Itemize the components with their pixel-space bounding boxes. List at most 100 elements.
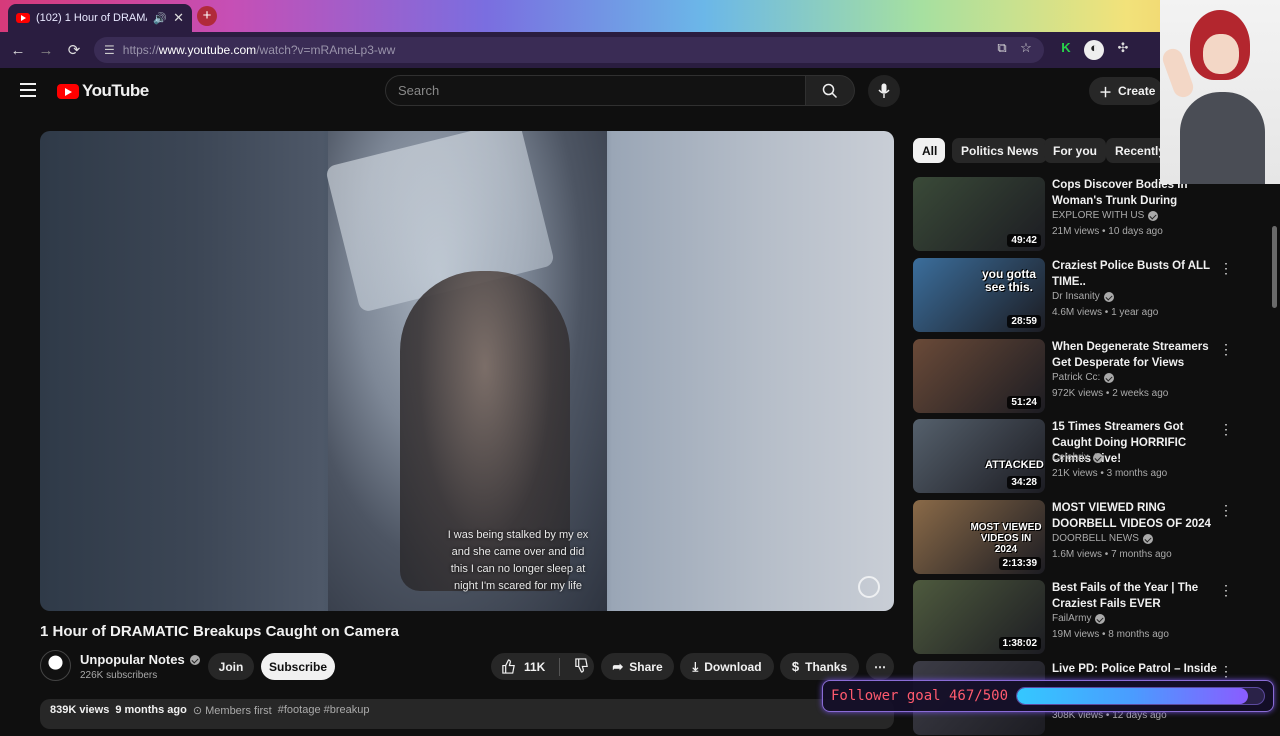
recommendation-thumbnail[interactable]: you gotta see this. 28:59	[913, 258, 1045, 332]
youtube-logo[interactable]: YouTube	[57, 81, 149, 101]
new-tab-button[interactable]: +	[197, 6, 217, 26]
more-vertical-icon[interactable]: ⋮	[1219, 502, 1233, 519]
recommendation-thumbnail[interactable]: MOST VIEWED VIDEOS IN 2024 2:13:39	[913, 500, 1045, 574]
thumbs-up-icon	[502, 659, 515, 674]
recommendation-channel[interactable]: EXPLORE WITH US	[1052, 210, 1159, 221]
recommendation-title[interactable]: Craziest Police Busts Of ALL TIME..	[1052, 258, 1217, 290]
more-vertical-icon[interactable]: ⋮	[1219, 421, 1233, 438]
site-settings-icon[interactable]: ☰	[104, 43, 115, 57]
hashtags[interactable]: #footage #breakup	[278, 704, 370, 724]
like-dislike-group: 11K	[491, 653, 594, 680]
more-horizontal-icon: ⋯	[874, 659, 886, 674]
recommendation-item[interactable]: you gotta see this. 28:59 Craziest Police …	[913, 258, 1233, 333]
channel-avatar[interactable]	[40, 650, 71, 681]
recommendation-thumbnail[interactable]: 51:24	[913, 339, 1045, 413]
recommendation-thumbnail[interactable]: 49:42	[913, 177, 1045, 251]
recommendation-item[interactable]: 1:38:02 Best Fails of the Year | The Craz…	[913, 580, 1233, 655]
recommendation-item[interactable]: 49:42 Cops Discover Bodies In Woman's Tru…	[913, 177, 1233, 252]
recommendation-meta: 972K views • 2 weeks ago	[1052, 388, 1169, 399]
cast-icon[interactable]: ⧉	[992, 40, 1012, 60]
video-duration: 51:24	[1007, 396, 1041, 409]
upload-age: 9 months ago	[115, 704, 187, 716]
search-button[interactable]	[806, 75, 855, 106]
thumbs-down-icon	[575, 657, 589, 673]
subscribe-button[interactable]: Subscribe	[261, 653, 335, 680]
verified-badge-icon	[1142, 533, 1153, 544]
page-scrollbar[interactable]	[1272, 226, 1277, 308]
chip-all[interactable]: All	[913, 138, 945, 163]
verified-badge-icon	[1104, 372, 1115, 383]
recommendation-channel-text: FailArmy	[1052, 613, 1092, 624]
tab-title: (102) 1 Hour of DRAMATIC	[36, 12, 147, 24]
recommendation-channel-text: Patrick Cc:	[1052, 372, 1101, 383]
hamburger-menu-icon[interactable]	[20, 83, 36, 97]
verified-badge-icon	[189, 654, 200, 665]
extension-k-icon[interactable]: K	[1056, 40, 1076, 60]
video-caption-text: I was being stalked by my ex and she cam…	[418, 527, 618, 595]
create-button[interactable]: ＋ Create	[1089, 77, 1163, 105]
video-duration: 1:38:02	[998, 637, 1041, 650]
thanks-button[interactable]: $ Thanks	[780, 653, 859, 680]
recommendation-thumbnail[interactable]: 1:38:02	[913, 580, 1045, 654]
chip-for-you[interactable]: For you	[1044, 138, 1106, 163]
share-arrow-icon: ➦	[612, 658, 624, 674]
bookmark-star-icon[interactable]: ☆	[1016, 40, 1036, 60]
video-duration: 34:28	[1007, 476, 1041, 489]
recommendation-thumbnail[interactable]: ATTACKED 34:28	[913, 419, 1045, 493]
voice-search-button[interactable]	[868, 75, 900, 107]
chip-politics-news[interactable]: Politics News	[952, 138, 1048, 163]
recommendation-channel[interactable]: FailArmy	[1052, 613, 1106, 624]
reload-icon[interactable]: ⟳	[60, 41, 88, 59]
recommendation-channel[interactable]: Patrick Cc:	[1052, 372, 1115, 383]
more-vertical-icon[interactable]: ⋮	[1219, 260, 1233, 277]
recommendation-channel[interactable]: Celebrix	[1052, 452, 1103, 463]
recommendation-channel-text: DOORBELL NEWS	[1052, 533, 1139, 544]
recommendation-channel[interactable]: Dr Insanity	[1052, 291, 1114, 302]
video-player[interactable]: I was being stalked by my ex and she cam…	[40, 131, 894, 611]
download-icon: ⤓	[692, 658, 699, 674]
more-vertical-icon[interactable]: ⋮	[1219, 582, 1233, 599]
extension-circle-icon[interactable]: ◐	[1084, 40, 1104, 60]
browser-tab-youtube[interactable]: (102) 1 Hour of DRAMATIC 🔊 ✕	[8, 4, 192, 32]
browser-tab-strip: (102) 1 Hour of DRAMATIC 🔊 ✕ +	[0, 0, 1280, 32]
follower-goal-text: Follower goal 467/500	[831, 688, 1009, 704]
recommendation-title[interactable]: Live PD: Police Patrol – Inside	[1052, 661, 1217, 677]
back-arrow-icon[interactable]: ←	[4, 42, 32, 59]
channel-watermark-icon[interactable]	[858, 576, 880, 598]
address-bar[interactable]: ☰ https://www.youtube.com/watch?v=mRAmeL…	[94, 37, 1044, 63]
more-vertical-icon[interactable]: ⋮	[1219, 663, 1233, 680]
join-button[interactable]: Join	[208, 653, 254, 680]
caption-line: and she came over and did	[451, 546, 585, 558]
recommendation-channel[interactable]: DOORBELL NEWS	[1052, 533, 1153, 544]
recommendation-item[interactable]: MOST VIEWED VIDEOS IN 2024 2:13:39 MOST VI…	[913, 500, 1233, 575]
extensions-puzzle-icon[interactable]: ✣	[1113, 40, 1133, 60]
caption-line: I was being stalked by my ex	[447, 529, 589, 541]
recommendation-title[interactable]: When Degenerate Streamers Get Desperate …	[1052, 339, 1217, 371]
download-button[interactable]: ⤓ Download	[680, 653, 774, 680]
video-title: 1 Hour of DRAMATIC Breakups Caught on Ca…	[40, 623, 399, 640]
like-count: 11K	[524, 659, 546, 674]
more-vertical-icon[interactable]: ⋮	[1219, 341, 1233, 358]
subscribe-label: Subscribe	[268, 659, 328, 674]
recommendation-title[interactable]: Best Fails of the Year | The Craziest Fa…	[1052, 580, 1217, 612]
caption-line: night I'm scared for my life	[453, 580, 583, 592]
description-box[interactable]: 839K views 9 months ago ⊙ Members first …	[40, 699, 894, 729]
like-button[interactable]: 11K	[501, 659, 545, 674]
search-icon	[822, 83, 838, 98]
share-button[interactable]: ➦ Share	[601, 653, 674, 680]
channel-name[interactable]: Unpopular Notes	[80, 652, 200, 667]
recommendation-item[interactable]: ATTACKED 34:28 15 Times Streamers Got Caug…	[913, 419, 1233, 494]
speaker-icon[interactable]: 🔊	[153, 12, 167, 25]
close-tab-icon[interactable]: ✕	[173, 10, 184, 26]
browser-toolbar: ← → ⟳ ☰ https://www.youtube.com/watch?v=…	[0, 32, 1280, 68]
more-actions-button[interactable]: ⋯	[866, 653, 894, 680]
recommendation-meta: 19M views • 8 months ago	[1052, 629, 1169, 640]
dislike-button[interactable]	[574, 657, 589, 676]
members-first-label: ⊙ Members first	[192, 705, 272, 717]
recommendation-item[interactable]: 51:24 When Degenerate Streamers Get Despe…	[913, 339, 1233, 414]
search-input[interactable]: Search	[385, 75, 806, 106]
forward-arrow-icon[interactable]: →	[32, 42, 60, 59]
follower-goal-bar	[1016, 687, 1265, 705]
recommendation-title[interactable]: MOST VIEWED RING DOORBELL VIDEOS OF 2024	[1052, 500, 1217, 532]
avatar-face-shape	[1203, 34, 1239, 74]
